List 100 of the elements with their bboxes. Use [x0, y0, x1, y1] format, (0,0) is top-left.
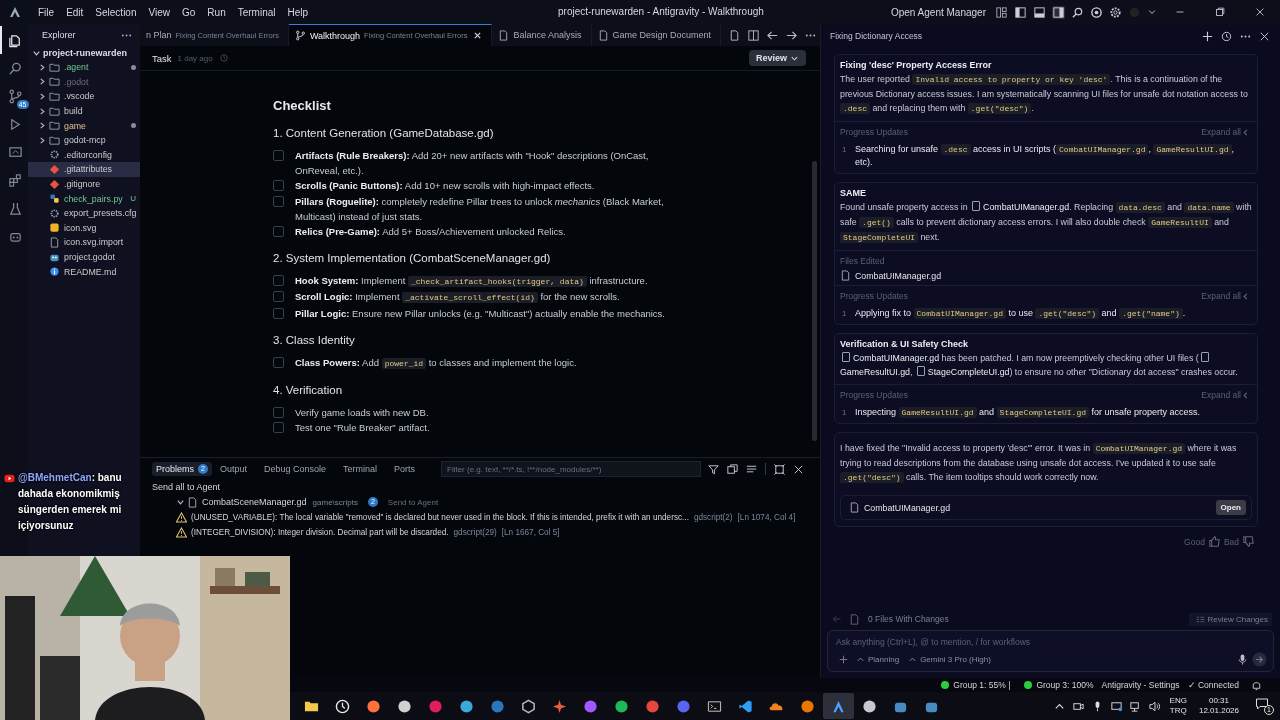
clock[interactable]: 00:31 12.01.2026 [1198, 696, 1239, 716]
menu-item[interactable]: File [32, 6, 61, 18]
problem-message[interactable]: (UNUSED_VARIABLE): The local variable "removed" is declared but never used in the block. If this is intended, prefix it with an undersc... [191, 513, 689, 522]
globe-icon[interactable] [1090, 5, 1103, 19]
tree-item[interactable]: project.godot [28, 249, 140, 265]
menu-item[interactable]: Help [281, 6, 315, 18]
list-icon [1195, 614, 1205, 624]
problem-message[interactable]: (INTEGER_DIVISION): Integer division. Decimal part will be discarded. [191, 528, 449, 537]
review-button[interactable]: Review [748, 50, 806, 66]
tree-item[interactable]: godot-mcp [28, 132, 140, 148]
terminal-icon [707, 698, 722, 714]
maximize-icon[interactable] [773, 462, 786, 476]
filter-icon[interactable] [707, 462, 720, 476]
tree-item[interactable]: game [28, 118, 140, 133]
thumbs-down-icon[interactable] [1242, 535, 1255, 548]
checkbox[interactable] [273, 226, 284, 237]
collapse-icon[interactable] [726, 462, 739, 476]
status-item[interactable]: Group 3: 100% [1036, 680, 1094, 690]
monitor-icon[interactable] [7, 144, 23, 160]
panel-tab[interactable]: Ports [394, 464, 425, 474]
mode-dropdown[interactable]: Planning [853, 655, 906, 664]
checkbox[interactable] [273, 422, 284, 434]
menu-item[interactable]: Go [176, 6, 202, 18]
tree-item[interactable]: .gitignore [28, 176, 140, 192]
history-icon[interactable] [1220, 29, 1233, 43]
send-all-link[interactable]: Send all to Agent [152, 480, 221, 494]
starburst-icon [552, 698, 567, 714]
checkbox[interactable] [273, 291, 284, 303]
split-editor-icon[interactable] [747, 28, 760, 42]
extensions-icon[interactable] [7, 172, 23, 188]
checkbox[interactable] [273, 180, 284, 192]
tree-item[interactable]: .editorconfig [28, 147, 140, 163]
tree-item[interactable]: build [28, 103, 140, 119]
speaker-icon[interactable] [1147, 699, 1161, 713]
screen-share-icon[interactable] [1109, 699, 1123, 713]
tree-item[interactable]: icon.svg.import [28, 235, 140, 250]
close-icon[interactable] [1254, 6, 1266, 18]
network-icon[interactable] [1128, 699, 1142, 713]
layout-icon[interactable] [995, 5, 1008, 19]
send-icon[interactable] [1252, 652, 1267, 667]
checkbox[interactable] [273, 275, 284, 287]
panel-tab[interactable]: Terminal [343, 464, 386, 474]
chevron-left-icon[interactable] [1241, 390, 1250, 400]
file-name[interactable]: CombatSceneManager.gd [202, 497, 307, 507]
checkbox[interactable] [273, 407, 284, 419]
menu-item[interactable]: Terminal [231, 6, 282, 18]
filter-field[interactable]: Filter (e.g. text, **/*.ts, !**/node_modules/**) [441, 461, 701, 477]
scrollbar-thumb[interactable] [812, 161, 817, 441]
review-changes-button[interactable]: Review Changes [1188, 612, 1272, 626]
open-button[interactable]: Open [1215, 500, 1246, 515]
tree-item[interactable]: .gitattributes [28, 162, 140, 177]
menu-item[interactable]: Selection [89, 6, 143, 18]
chevron-left-icon[interactable] [1241, 127, 1250, 137]
send-to-agent-link[interactable]: Send to Agent [387, 497, 439, 507]
checkbox[interactable] [273, 307, 284, 319]
file-icon[interactable] [728, 28, 741, 42]
editor-tab[interactable]: Balance Analysis [492, 24, 592, 46]
microphone-icon[interactable] [1236, 653, 1249, 666]
search-icon[interactable] [7, 60, 23, 76]
model-dropdown[interactable]: Gemini 3 Pro (High) [905, 655, 997, 664]
tree-item[interactable]: export_presets.cfg [28, 205, 140, 221]
plus-icon[interactable] [1201, 29, 1214, 43]
checkbox[interactable] [273, 150, 284, 161]
source-control-icon[interactable] [7, 88, 23, 104]
folder-icon [49, 105, 60, 117]
panel-toggle-icon[interactable] [1033, 5, 1046, 19]
tree-item[interactable]: README.md [28, 264, 140, 279]
menu-item[interactable]: Run [201, 6, 232, 18]
settings-icon[interactable] [1109, 5, 1122, 19]
editor-tab[interactable]: Game Design Document [591, 24, 722, 46]
tree-item[interactable]: .godot [28, 74, 140, 90]
status-item[interactable]: Antigravity - Settings [1101, 680, 1180, 690]
chevron-left-icon[interactable] [1241, 291, 1250, 301]
step-title: SAME [840, 188, 867, 198]
tree-item[interactable]: check_pairs.py U [28, 191, 140, 206]
thumbs-up-icon[interactable] [1207, 535, 1221, 548]
file-link[interactable]: CombatUIManager.gd [855, 270, 942, 281]
status-item[interactable]: ✓ Connected [1187, 680, 1239, 690]
search-icon[interactable] [1071, 5, 1084, 19]
panel-tab[interactable]: Output [219, 464, 256, 474]
tree-item[interactable]: project-runewarden [43, 48, 127, 58]
status-item[interactable]: Group 1: 55% | [953, 680, 1011, 690]
menu-item[interactable]: View [142, 6, 176, 18]
tree-item[interactable]: .agent [28, 60, 140, 75]
flask-icon[interactable] [7, 200, 23, 216]
tree-item[interactable]: icon.svg [28, 220, 140, 236]
agent-manager-button[interactable]: Open Agent Manager [890, 6, 986, 18]
chat-input[interactable]: Ask anything (Ctrl+L), @ to mention, / for workflows Planning Gemini 3 Pro (High) [827, 630, 1274, 672]
restore-icon[interactable] [1214, 6, 1226, 18]
panel-tab[interactable]: Debug Console [263, 464, 335, 474]
input-language[interactable]: ENG TRQ [1169, 696, 1187, 716]
tree-item[interactable]: .vscode [28, 89, 140, 104]
files-icon[interactable] [7, 32, 23, 48]
close-icon[interactable] [473, 31, 483, 40]
sidebar-toggle-icon[interactable] [1014, 5, 1027, 19]
checkbox[interactable] [273, 195, 284, 207]
menu-item[interactable]: Edit [60, 6, 90, 18]
checkbox[interactable] [273, 356, 284, 368]
python-icon [49, 193, 60, 205]
secondary-sidebar-icon[interactable] [1052, 5, 1065, 19]
